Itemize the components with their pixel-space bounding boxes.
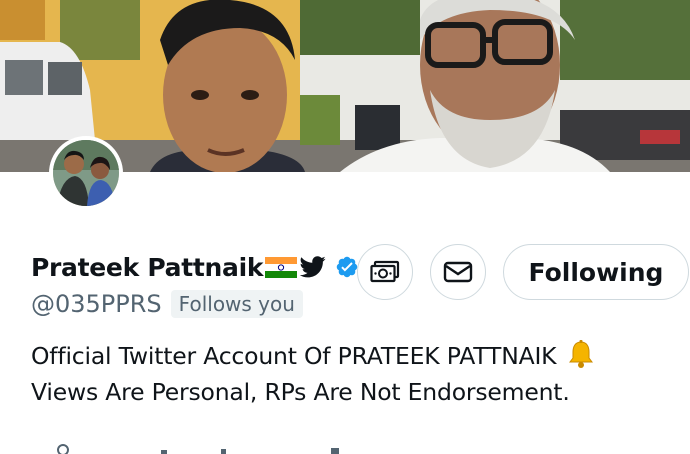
verified-badge-icon[interactable] (335, 255, 359, 279)
avatar-image (53, 140, 119, 206)
bio-line-2: Views Are Personal, RPs Are Not Endorsem… (31, 378, 570, 406)
money-icon (370, 260, 400, 283)
profile-meta-row-cropped (57, 444, 339, 454)
bio-line-1: Official Twitter Account Of PRATEEK PATT… (31, 338, 690, 374)
profile-handle: @035PPRS (31, 290, 162, 318)
profile-name-row: Prateek Pattnaik (31, 250, 359, 284)
profile-bio: Official Twitter Account Of PRATEEK PATT… (31, 338, 690, 410)
message-button[interactable] (430, 244, 486, 300)
bell-icon (569, 340, 594, 368)
avatar-photo (53, 140, 119, 206)
following-button[interactable]: Following (503, 244, 689, 300)
envelope-icon (443, 261, 473, 283)
profile-handle-row: @035PPRS Follows you (31, 287, 303, 321)
avatar[interactable] (49, 136, 123, 210)
subscribe-button[interactable] (357, 244, 413, 300)
twitter-bird-icon (300, 256, 326, 278)
follows-you-badge: Follows you (170, 290, 303, 318)
bio-text-1: Official Twitter Account Of PRATEEK PATT… (31, 342, 557, 370)
display-name: Prateek Pattnaik (31, 252, 264, 282)
india-flag-icon (265, 257, 298, 278)
